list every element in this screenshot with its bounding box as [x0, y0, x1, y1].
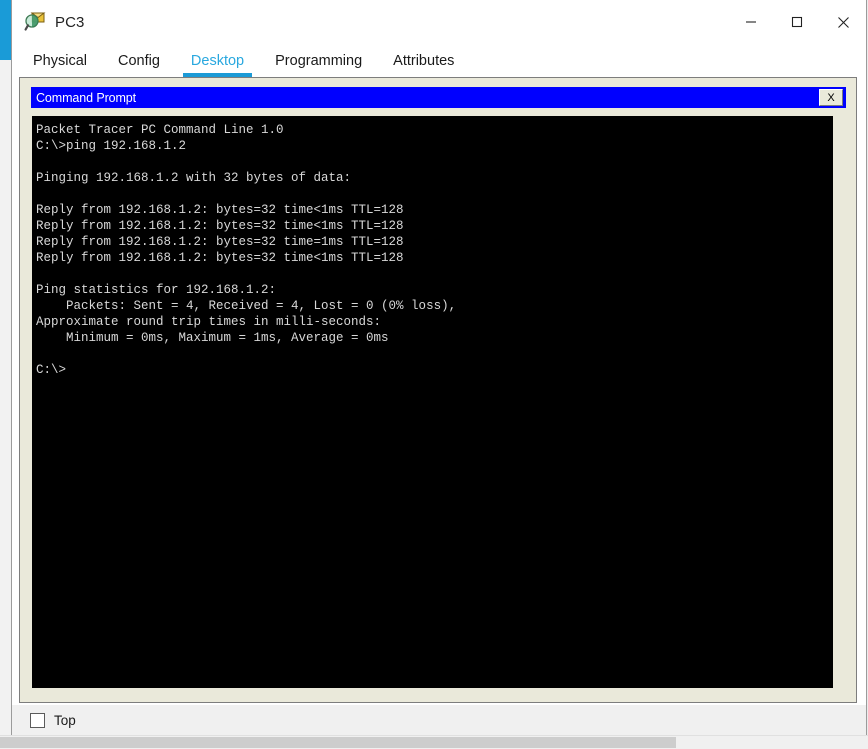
maximize-icon[interactable] — [774, 0, 820, 44]
terminal-line: Packet Tracer PC Command Line 1.0 — [36, 123, 284, 137]
terminal-line: Packets: Sent = 4, Received = 4, Lost = … — [36, 299, 457, 313]
terminal-line: Approximate round trip times in milli-se… — [36, 315, 382, 329]
footer-bar: Top — [12, 705, 866, 735]
device-tabs: Physical Config Desktop Programming Attr… — [12, 44, 866, 77]
tab-physical[interactable]: Physical — [33, 53, 87, 77]
pc3-device-window: PC3 Physical Config Desktop Programming … — [11, 0, 867, 737]
window-title: PC3 — [55, 13, 85, 31]
command-prompt-titlebar: Command Prompt X — [31, 87, 846, 108]
command-prompt-close-button[interactable]: X — [819, 89, 843, 106]
tab-attributes[interactable]: Attributes — [393, 53, 454, 77]
terminal-line: C:\> — [36, 363, 67, 377]
background-window-edge — [0, 60, 11, 735]
terminal-output[interactable]: Packet Tracer PC Command Line 1.0 C:\>pin… — [32, 116, 833, 688]
terminal-line: Minimum = 0ms, Maximum = 1ms, Average = … — [36, 331, 389, 345]
background-window-horizontal-scrollbar[interactable] — [0, 735, 868, 749]
window-controls — [728, 0, 866, 44]
tab-desktop[interactable]: Desktop — [182, 53, 253, 77]
minimize-icon[interactable] — [728, 0, 774, 44]
terminal-line: Reply from 192.168.1.2: bytes=32 time<1m… — [36, 251, 404, 265]
terminal-line: C:\>ping 192.168.1.2 — [36, 139, 187, 153]
terminal-line: Pinging 192.168.1.2 with 32 bytes of dat… — [36, 171, 352, 185]
top-checkbox-label: Top — [54, 712, 76, 728]
packet-tracer-pc-icon — [24, 11, 46, 33]
close-icon[interactable] — [820, 0, 866, 44]
terminal-line: Ping statistics for 192.168.1.2: — [36, 283, 277, 297]
tab-config[interactable]: Config — [118, 53, 160, 77]
background-window-titlebar-strip — [0, 0, 11, 60]
window-titlebar: PC3 — [12, 0, 866, 44]
terminal-line: Reply from 192.168.1.2: bytes=32 time<1m… — [36, 219, 404, 233]
desktop-panel: Command Prompt X Packet Tracer PC Comman… — [19, 77, 857, 703]
tab-programming[interactable]: Programming — [275, 53, 362, 77]
scrollbar-thumb[interactable] — [0, 737, 676, 748]
command-prompt-title: Command Prompt — [36, 90, 137, 105]
terminal-line: Reply from 192.168.1.2: bytes=32 time<1m… — [36, 203, 404, 217]
terminal-line: Reply from 192.168.1.2: bytes=32 time=1m… — [36, 235, 404, 249]
command-prompt-window: Command Prompt X Packet Tracer PC Comman… — [31, 87, 846, 691]
top-checkbox[interactable] — [30, 712, 45, 728]
